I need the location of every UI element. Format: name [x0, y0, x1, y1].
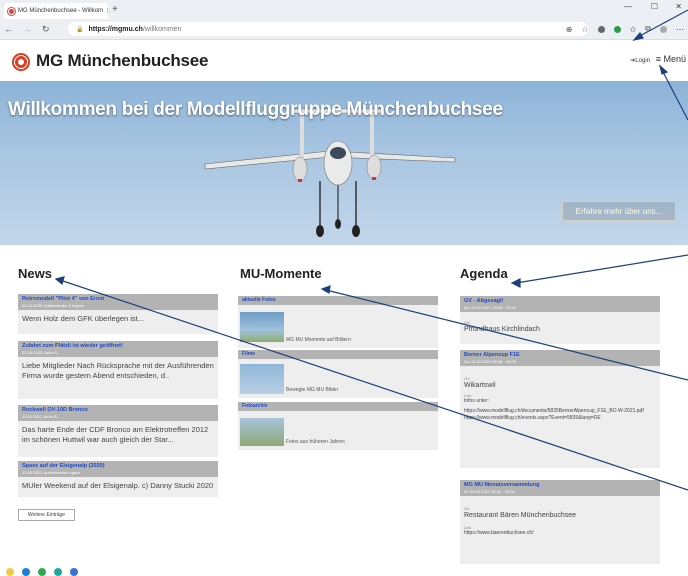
- url-domain: https://mgmu.ch: [88, 25, 143, 33]
- agenda-place: Restaurant Bären Münchenbuchsee: [464, 512, 577, 519]
- agenda-item-date: Sa. 21.02.2021 08:45 - 18:00: [464, 359, 516, 364]
- news-item[interactable]: Spass auf der Elsigenalp (2020) 11.08.202…: [18, 461, 218, 497]
- news-item-teaser: Liebe Mitglieder Nach Rücksprache mit de…: [22, 361, 214, 380]
- address-bar[interactable]: 🔒 https://mgmu.ch/willkommen: [68, 22, 588, 36]
- edge-taskbar-icon[interactable]: [22, 568, 30, 576]
- agenda-item-date: Sa. 29.01.2021 19:00 - 23:59: [464, 305, 516, 310]
- mu-momente-heading: MU-Momente: [240, 266, 322, 281]
- agenda-link[interactable]: https://www.baerenbuchsee.ch/: [464, 530, 656, 537]
- news-item-title[interactable]: Rockwell OV-10D Bronco: [22, 407, 214, 414]
- news-item-title[interactable]: Retromodell "Pilot 4" von Ernst: [22, 296, 214, 303]
- zoom-icon[interactable]: ⊕: [566, 25, 573, 34]
- news-item-title[interactable]: Spass auf der Elsigenalp (2020): [22, 463, 214, 470]
- mu-section-caption: Bewegte MG MU Bilder: [286, 387, 339, 393]
- mu-photo-thumbnail[interactable]: [240, 312, 284, 342]
- lock-icon: 🔒: [76, 26, 84, 33]
- mu-section-caption: MG MU Momente auf Bildern: [286, 337, 351, 343]
- news-item[interactable]: Retromodell "Pilot 4" von Ernst 02.10.202…: [18, 294, 218, 334]
- mu-section-head[interactable]: Fotoarchiv: [238, 402, 438, 411]
- shield-extension-icon[interactable]: [613, 25, 621, 33]
- folder-taskbar-icon[interactable]: [6, 568, 14, 576]
- agenda-link[interactable]: https://www.modellflug.ch/documents/5835…: [464, 408, 656, 415]
- url-path: /willkommen: [142, 25, 182, 33]
- close-window-icon[interactable]: ✕: [675, 2, 682, 11]
- news-item-teaser: Wenn Holz dem GFK überlegen ist...: [22, 314, 144, 323]
- maximize-icon[interactable]: ☐: [651, 2, 658, 11]
- news-item-meta: 11.06.2020, Aeku B.: [22, 414, 58, 419]
- more-menu-icon[interactable]: ⋯: [676, 25, 684, 34]
- agenda-item-title[interactable]: MG MU Monatsversammlung: [464, 482, 656, 489]
- news-item-meta: 11.08.2020, Administrator Ingens: [22, 470, 81, 475]
- minimize-icon[interactable]: —: [624, 2, 632, 11]
- app2-taskbar-icon[interactable]: [54, 568, 62, 576]
- club-logo-icon[interactable]: [12, 53, 30, 71]
- news-item[interactable]: Rockwell OV-10D Bronco 11.06.2020, Aeku B…: [18, 405, 218, 457]
- agenda-item-title[interactable]: GV - Abgesagt!: [464, 298, 656, 305]
- new-tab-icon[interactable]: +: [112, 4, 118, 15]
- extension-icon[interactable]: [597, 25, 605, 33]
- mu-section-head[interactable]: Filme: [238, 350, 438, 359]
- agenda-place: Wikartswil: [464, 382, 496, 389]
- login-link[interactable]: ➔Login: [630, 57, 650, 64]
- app-taskbar-icon[interactable]: [38, 568, 46, 576]
- agenda-link[interactable]: https://www.modellflug.ch/events.aspx?Ev…: [464, 415, 656, 422]
- news-item-teaser: Das harte Ende der CDF Bronco am Elektro…: [22, 425, 209, 444]
- news-item-meta: 02.10.2020, Administrator 0 Ingens: [22, 303, 85, 308]
- news-heading: News: [18, 266, 52, 281]
- news-item-teaser: MUler Weekend auf der Elsigenalp. c) Dan…: [22, 481, 214, 490]
- tab-title: MG Münchenbuchsee - Willkom: [18, 8, 104, 14]
- mu-film-thumbnail[interactable]: [240, 364, 284, 394]
- hero-title: Willkommen bei der Modellfluggruppe Münc…: [8, 99, 503, 120]
- site-title[interactable]: MG Münchenbuchsee: [36, 51, 208, 71]
- browser-tab[interactable]: MG Münchenbuchsee - Willkom ✕: [4, 3, 108, 19]
- favorites-icon[interactable]: ✩: [630, 25, 637, 34]
- back-icon[interactable]: ←: [4, 24, 13, 35]
- agenda-item-date: Di. 09.03.2021 20:30 - 22:00: [464, 489, 515, 494]
- favorite-star-icon[interactable]: ☆: [581, 25, 588, 34]
- mu-archive-thumbnail[interactable]: [240, 418, 284, 446]
- collections-icon[interactable]: ⧉: [645, 24, 651, 34]
- more-entries-button[interactable]: Weitere Einträge: [18, 509, 75, 521]
- agenda-item[interactable]: Berner Alpencup F1E Sa. 21.02.2021 08:45 …: [460, 350, 660, 468]
- agenda-item-title[interactable]: Berner Alpencup F1E: [464, 352, 656, 359]
- agenda-item[interactable]: MG MU Monatsversammlung Di. 09.03.2021 20…: [460, 480, 660, 564]
- forward-icon[interactable]: →: [23, 24, 32, 35]
- close-tab-icon[interactable]: ✕: [106, 7, 108, 15]
- browser-chrome: MG Münchenbuchsee - Willkom ✕ + — ☐ ✕ ← …: [0, 0, 688, 40]
- taskbar: [0, 568, 120, 576]
- agenda-place: Pfrundhaus Kirchlindach: [464, 326, 540, 333]
- about-us-button[interactable]: Erfahre mehr über uns...: [562, 201, 676, 221]
- news-item[interactable]: Zufahrt zum Plätzli ist wieder geöffnet!…: [18, 341, 218, 399]
- profile-avatar-icon[interactable]: [660, 25, 667, 33]
- reload-icon[interactable]: ↻: [42, 24, 50, 35]
- menu-button[interactable]: ≡ Menü: [656, 54, 686, 64]
- app3-taskbar-icon[interactable]: [70, 568, 78, 576]
- news-item-title[interactable]: Zufahrt zum Plätzli ist wieder geöffnet!: [22, 343, 214, 350]
- agenda-item[interactable]: GV - Abgesagt! Sa. 29.01.2021 19:00 - 23:…: [460, 296, 660, 344]
- agenda-info: Infos unter:: [464, 398, 490, 404]
- mu-section-head[interactable]: aktuelle Fotos: [238, 296, 438, 305]
- hero-banner: Willkommen bei der Modellfluggruppe Münc…: [0, 81, 688, 245]
- news-item-meta: 22.05.2020, Aeku B.: [22, 350, 59, 355]
- site-header: MG Münchenbuchsee ➔Login ≡ Menü: [0, 41, 688, 81]
- site-favicon-icon: [8, 7, 15, 15]
- mu-section-caption: Fotos aus früheren Jahren: [286, 439, 345, 445]
- agenda-heading: Agenda: [460, 266, 508, 281]
